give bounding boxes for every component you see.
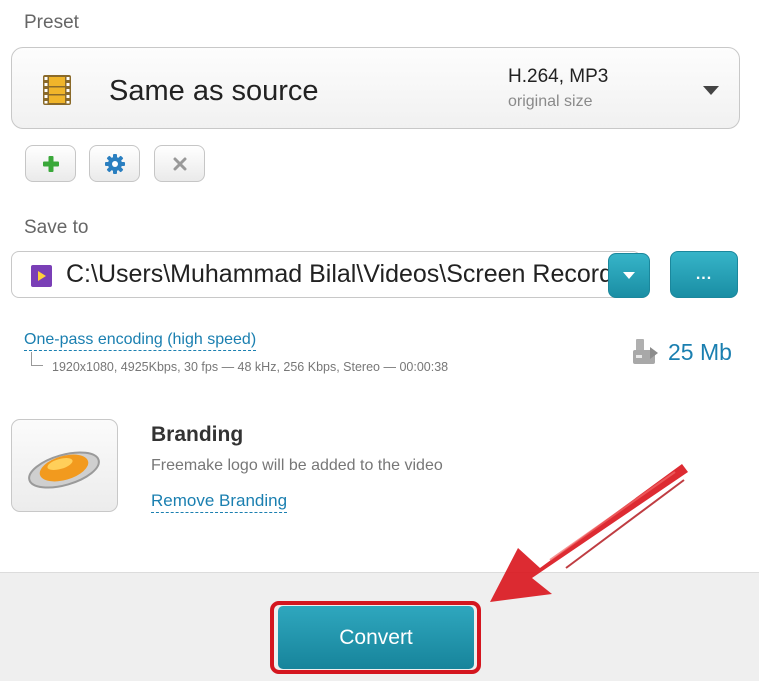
path-history-dropdown-button[interactable]: [608, 253, 650, 298]
preset-name: Same as source: [109, 75, 319, 107]
close-icon: [173, 157, 186, 170]
convert-button[interactable]: Convert: [278, 606, 474, 669]
save-to-label: Save to: [24, 217, 89, 238]
encoding-mode-link[interactable]: One-pass encoding (high speed): [24, 331, 257, 351]
plus-icon: [42, 155, 59, 172]
branding-description: Freemake logo will be added to the video: [151, 457, 443, 474]
preset-codec: H.264, MP3: [508, 66, 609, 87]
preset-settings-button[interactable]: [89, 145, 140, 182]
preset-dropdown[interactable]: Same as source H.264, MP3 original size: [11, 47, 740, 129]
film-icon: [43, 75, 71, 105]
chevron-down-icon: [623, 272, 635, 279]
preset-label: Preset: [24, 12, 79, 33]
add-preset-button[interactable]: [25, 145, 76, 182]
chevron-down-icon[interactable]: [703, 86, 719, 95]
output-path-text: C:\Users\Muhammad Bilal\Videos\Screen Re…: [66, 260, 641, 288]
branding-logo-thumbnail: [11, 419, 118, 512]
tree-connector: [31, 352, 43, 366]
browse-button[interactable]: ...: [670, 251, 738, 298]
encoding-details: 1920x1080, 4925Kbps, 30 fps — 48 kHz, 25…: [52, 360, 449, 374]
video-file-icon: [31, 265, 52, 287]
freemake-logo-icon: [28, 451, 100, 489]
preset-size: original size: [508, 93, 593, 110]
delete-preset-button[interactable]: [154, 145, 205, 182]
remove-branding-link[interactable]: Remove Branding: [151, 491, 288, 513]
branding-title: Branding: [151, 423, 244, 446]
estimated-file-size: 25 Mb: [668, 339, 732, 365]
disk-icon: [633, 339, 658, 364]
output-path-input[interactable]: C:\Users\Muhammad Bilal\Videos\Screen Re…: [11, 251, 641, 298]
annotation-arrow-icon: [490, 464, 688, 602]
gear-icon: [104, 153, 125, 174]
